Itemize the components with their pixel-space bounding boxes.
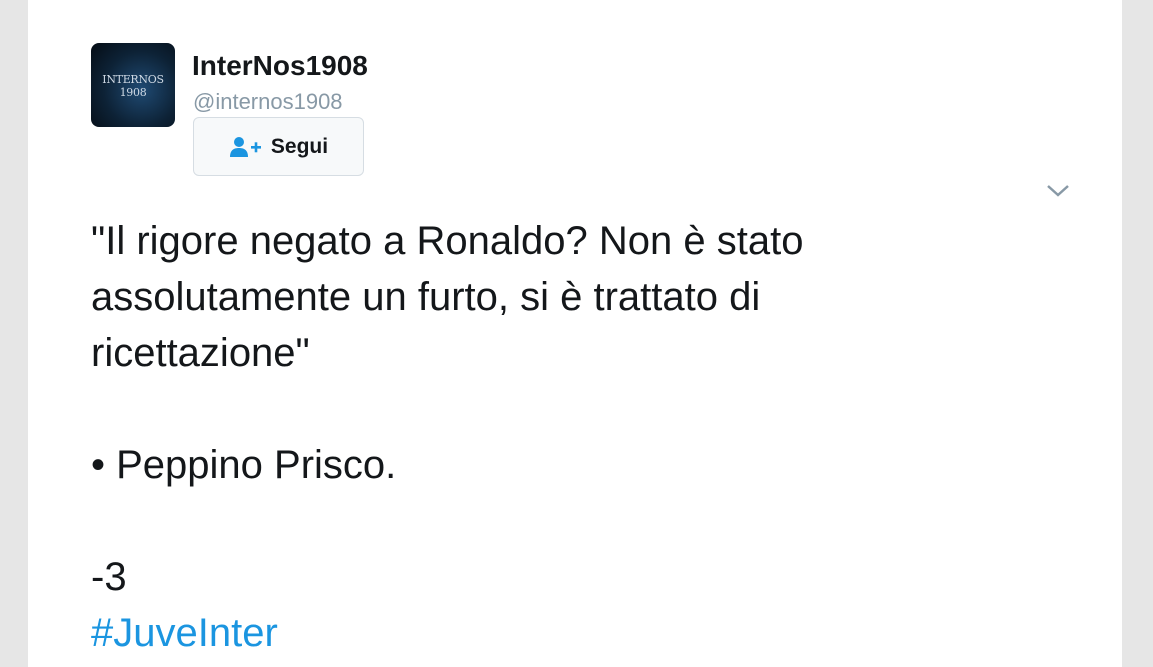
tweet-line: "Il rigore negato a Ronaldo? Non è stato: [91, 219, 804, 263]
tweet-counter: -3: [91, 555, 127, 599]
add-user-icon: [229, 136, 263, 158]
tweet-line: assolutamente un furto, si è trattato di: [91, 275, 761, 319]
hashtag-link[interactable]: #JuveInter: [91, 605, 1051, 661]
tweet-text: "Il rigore negato a Ronaldo? Non è stato…: [91, 213, 1051, 661]
user-handle[interactable]: @internos1908: [193, 89, 343, 115]
avatar[interactable]: INTERNOS 1908: [91, 43, 175, 127]
tweet-card: INTERNOS 1908 InterNos1908 @internos1908…: [28, 0, 1122, 667]
display-name[interactable]: InterNos1908: [192, 50, 368, 82]
avatar-logo-text: INTERNOS 1908: [102, 73, 164, 99]
follow-button-label: Segui: [270, 134, 329, 158]
chevron-down-icon[interactable]: [1045, 180, 1071, 200]
follow-button[interactable]: Segui: [193, 117, 364, 176]
tweet-attribution: • Peppino Prisco.: [91, 443, 397, 487]
tweet-line: ricettazione": [91, 331, 310, 375]
